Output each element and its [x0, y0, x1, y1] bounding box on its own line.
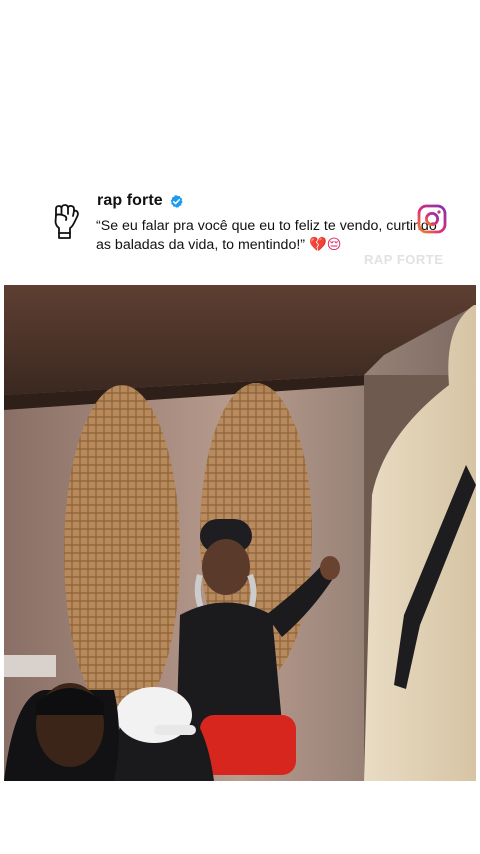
post-caption: “Se eu falar pra você que eu to feliz te… — [96, 217, 456, 255]
video-frame — [4, 285, 476, 781]
caption-line-1: “Se eu falar pra você que eu to feliz te… — [96, 218, 437, 234]
wicker-lamp-left — [64, 385, 180, 721]
post-header: rap forte “Se eu falar pra você que eu t… — [0, 185, 480, 275]
raised-fist-icon[interactable] — [48, 201, 82, 241]
watermark-text: RAP FORTE — [364, 252, 444, 267]
caption-emojis: 💔😔 — [308, 237, 342, 253]
account-row: rap forte — [97, 192, 184, 210]
shelf — [4, 655, 56, 677]
video-player[interactable] — [4, 285, 476, 781]
instagram-icon[interactable] — [417, 204, 447, 234]
account-name[interactable]: rap forte — [97, 192, 163, 210]
caption-line-2-text: as baladas da vida, to mentindo!” — [96, 237, 306, 253]
verified-badge-icon — [170, 194, 183, 208]
